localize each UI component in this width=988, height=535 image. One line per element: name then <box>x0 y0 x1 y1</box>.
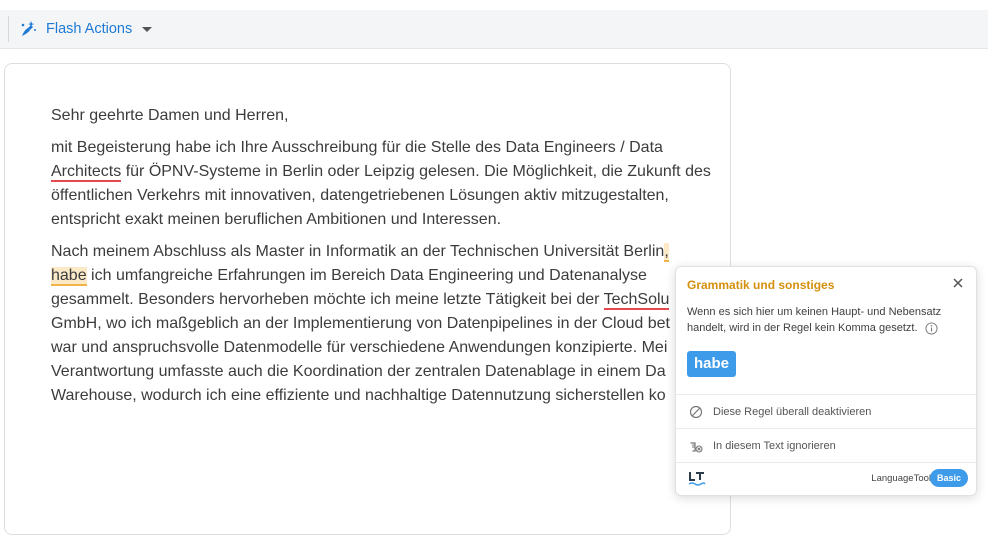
text-line: entspricht exakt meinen beruflichen Ambi… <box>51 211 502 228</box>
popup-title: Grammatik und sonstiges <box>687 278 835 292</box>
spelling-error-techsolu[interactable]: TechSolu <box>603 291 670 310</box>
text-fragment: gesammelt. Besonders hervorheben möchte … <box>51 291 604 308</box>
text-editor[interactable]: Sehr geehrte Damen und Herren, mit Begei… <box>4 63 731 535</box>
text-fragment: für ÖPNV-Systeme in Berlin oder Leipzig … <box>121 163 711 180</box>
block-icon <box>689 405 703 418</box>
paragraph-1: mit Begeisterung habe ich Ihre Ausschrei… <box>51 136 730 232</box>
chevron-down-icon <box>142 26 153 32</box>
greeting-paragraph: Sehr geehrte Damen und Herren, <box>51 104 730 128</box>
close-icon[interactable] <box>950 275 966 291</box>
document-body[interactable]: Sehr geehrte Damen und Herren, mit Begei… <box>51 104 730 416</box>
text-line: Verantwortung umfasste auch die Koordina… <box>51 363 666 380</box>
paragraph-2: Nach meinem Abschluss als Master in Info… <box>51 240 730 408</box>
ignore-in-text-label: In diesem Text ignorieren <box>713 439 836 452</box>
text-fragment: ich umfangreiche Erfahrungen im Bereich … <box>86 267 647 284</box>
greeting-text: Sehr geehrte Damen und Herren, <box>51 107 289 124</box>
text-line: Warehouse, wodurch ich eine effiziente u… <box>51 387 666 404</box>
text-line: GmbH, wo ich maßgeblich an der Implement… <box>51 315 670 332</box>
ignore-icon <box>690 441 703 453</box>
ignore-in-text-button[interactable]: In diesem Text ignorieren <box>676 429 976 462</box>
text-line: öffentlichen Verkehrs mit innovativen, d… <box>51 187 669 204</box>
brand-name: LanguageTool <box>871 473 931 484</box>
text-line: habe ich umfangreiche Erfahrungen im Ber… <box>51 264 730 288</box>
plan-badge[interactable]: Basic <box>929 469 968 487</box>
grammar-error-comma[interactable]: , <box>664 243 669 262</box>
suggestion-button[interactable]: habe <box>687 351 737 377</box>
grammar-error-habe[interactable]: habe <box>51 267 87 286</box>
text-line: mit Begeisterung habe ich Ihre Ausschrei… <box>51 139 663 156</box>
languagetool-logo-icon <box>688 472 706 486</box>
toolbar: Flash Actions <box>0 10 988 49</box>
text-line: gesammelt. Besonders hervorheben möchte … <box>51 288 730 312</box>
text-line: Architects für ÖPNV-Systeme in Berlin od… <box>51 160 730 184</box>
flash-actions-label: Flash Actions <box>46 21 133 37</box>
sparkle-hand-icon <box>21 21 36 36</box>
disable-rule-label: Diese Regel überall deaktivieren <box>713 405 872 418</box>
languagetool-suggestion-popup: Grammatik und sonstiges Wenn es sich hie… <box>675 266 977 496</box>
text-line: Nach meinem Abschluss als Master in Info… <box>51 240 730 264</box>
spelling-error-architects[interactable]: Architects <box>51 163 122 182</box>
text-line: war und anspruchsvolle Datenmodelle für … <box>51 339 668 356</box>
popup-footer: LanguageTool Basic <box>676 463 976 495</box>
flash-actions-button[interactable]: Flash Actions <box>18 15 153 43</box>
rule-message: Wenn es sich hier um keinen Haupt- und N… <box>687 306 942 334</box>
toolbar-separator <box>8 16 9 42</box>
popup-message: Wenn es sich hier um keinen Haupt- und N… <box>687 304 947 336</box>
text-fragment: Nach meinem Abschluss als Master in Info… <box>51 243 665 260</box>
disable-rule-button[interactable]: Diese Regel überall deaktivieren <box>676 395 976 428</box>
info-icon[interactable] <box>925 322 938 335</box>
